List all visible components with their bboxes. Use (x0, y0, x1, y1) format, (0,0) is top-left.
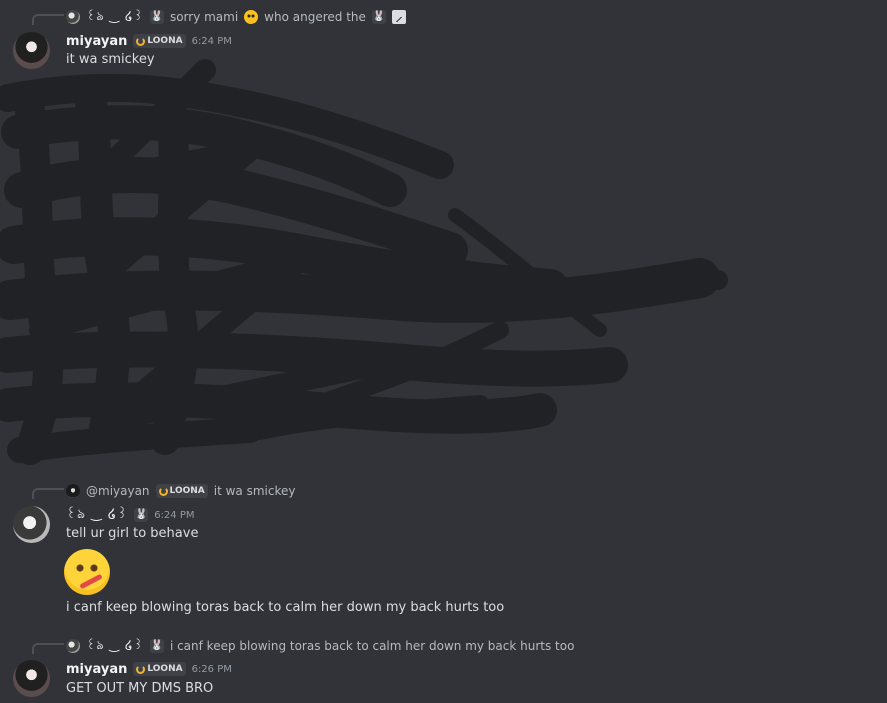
message-content: it wa smickey (66, 52, 155, 67)
author-name[interactable]: miyayan (66, 662, 127, 677)
author-name[interactable]: miyayan (66, 34, 127, 49)
moon-icon (158, 486, 168, 496)
tag-label: LOONA (147, 664, 183, 674)
message-header: miyayan LOONA 6:24 PM (66, 31, 232, 51)
timestamp: 6:26 PM (191, 663, 232, 675)
reply-avatar (66, 484, 80, 498)
reply-preview[interactable]: ꒰ঌ ‿ ໒꒱ 🐰 i canf keep blowing toras back… (66, 636, 574, 656)
reply-text: sorry mami (169, 10, 239, 24)
timestamp: 6:24 PM (154, 509, 195, 521)
reply-text: it wa smickey (213, 484, 296, 498)
message-content-2: i canf keep blowing toras back to calm h… (66, 600, 505, 615)
message-header: ꒰ঌ ‿ ໒꒱ 🐰 6:24 PM (66, 505, 194, 525)
reply-avatar (66, 639, 80, 653)
timestamp: 6:24 PM (191, 35, 232, 47)
rabbit-icon: 🐰 (149, 10, 164, 24)
rabbit-icon: 🐰 (134, 508, 149, 522)
avatar[interactable] (13, 660, 50, 697)
rabbit-icon: 🐰 (149, 639, 164, 653)
reply-connector (32, 643, 64, 654)
face-with-thermometer-emoji (64, 549, 110, 595)
rabbit-icon: 🐰 (371, 10, 386, 24)
reply-preview[interactable]: @miyayan LOONA it wa smickey (66, 481, 295, 501)
reply-connector (32, 14, 64, 25)
flushed-icon (244, 10, 259, 24)
reply-avatar (66, 10, 80, 24)
avatar[interactable] (13, 506, 50, 543)
server-tag[interactable]: LOONA (133, 662, 186, 676)
message-content: GET OUT MY DMS BRO (66, 681, 214, 696)
reply-author[interactable]: @miyayan (86, 484, 150, 498)
tag-label: LOONA (147, 36, 183, 46)
avatar[interactable] (13, 32, 50, 69)
moon-icon (136, 36, 146, 46)
message-header: miyayan LOONA 6:26 PM (66, 659, 232, 679)
moon-icon (136, 664, 146, 674)
redaction-scribble (0, 59, 728, 465)
server-tag[interactable]: LOONA (133, 34, 186, 48)
tag-label: LOONA (169, 486, 205, 496)
reply-text: i canf keep blowing toras back to calm h… (169, 639, 575, 653)
server-tag[interactable]: LOONA (155, 484, 208, 498)
image-icon (391, 10, 406, 24)
reply-connector (32, 488, 64, 499)
author-name[interactable]: ꒰ঌ ‿ ໒꒱ (66, 505, 128, 526)
reply-preview[interactable]: ꒰ঌ ‿ ໒꒱ 🐰 sorry mami who angered the 🐰 (66, 7, 406, 27)
reply-author[interactable]: ꒰ঌ ‿ ໒꒱ (86, 7, 144, 28)
reply-author[interactable]: ꒰ঌ ‿ ໒꒱ (86, 636, 144, 657)
reply-text-after: who angered the (264, 10, 366, 24)
message-content: tell ur girl to behave (66, 526, 199, 541)
